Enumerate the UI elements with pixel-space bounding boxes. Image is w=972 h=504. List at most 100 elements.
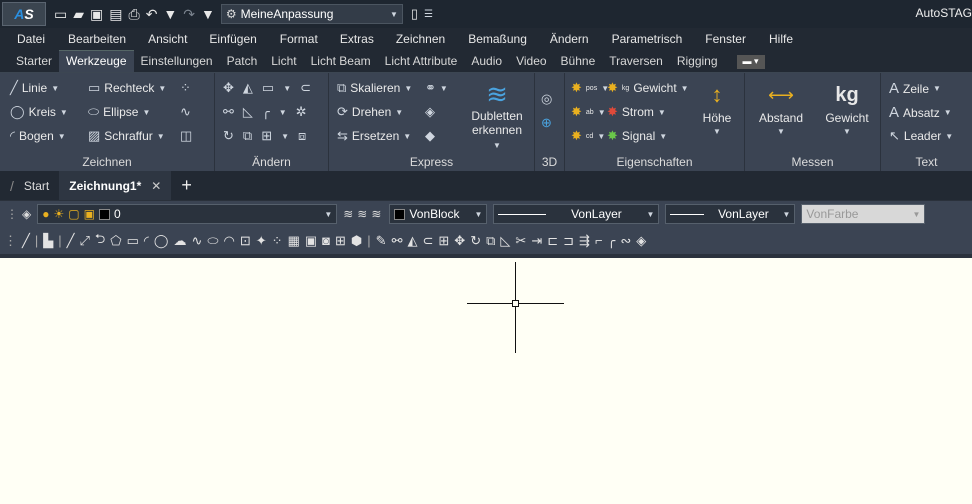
region-button[interactable]: ◫: [180, 128, 192, 144]
undo-icon[interactable]: ↶: [146, 6, 158, 23]
layer-manager-icon[interactable]: ◈: [22, 207, 31, 221]
rectangle-icon[interactable]: ▭: [127, 233, 139, 249]
ellipse-icon[interactable]: ⬭: [207, 233, 218, 249]
menu-bemassung[interactable]: Bemaßung: [468, 32, 527, 46]
tab-traversen[interactable]: Traversen: [602, 54, 670, 72]
line-icon[interactable]: ╱: [22, 233, 30, 249]
menu-datei[interactable]: Datei: [17, 32, 45, 46]
tab-werkzeuge[interactable]: Werkzeuge: [59, 50, 134, 72]
ribbon-options-icon[interactable]: ▬ ▾: [736, 55, 765, 69]
erase-icon[interactable]: ✎: [376, 233, 387, 249]
layer-dropdown[interactable]: ● ☀ ▢ ▣ 0 ▼: [37, 204, 338, 224]
phone-icon[interactable]: ▯: [411, 6, 418, 22]
chevron-down-icon[interactable]: ▼: [283, 84, 291, 93]
circle-icon[interactable]: ◯: [154, 233, 169, 249]
revcloud-icon[interactable]: ☁: [173, 233, 186, 249]
skalieren-button[interactable]: ⧉ Skalieren ▼: [337, 80, 412, 96]
menu-zeichnen[interactable]: Zeichnen: [396, 32, 445, 46]
app-logo[interactable]: AS: [2, 2, 46, 26]
schraffur-button[interactable]: ▨ Schraffur ▼: [88, 128, 165, 144]
ersetzen-button[interactable]: ⇆ Ersetzen ▼: [337, 128, 411, 144]
workspace-dropdown[interactable]: ⚙ MeineAnpassung ▼: [220, 4, 403, 24]
new-file-icon[interactable]: ▭: [54, 6, 67, 23]
dubletten-button[interactable]: ≋ Dubletten erkennen ▼: [467, 79, 527, 151]
save-as-icon[interactable]: ▤: [109, 6, 122, 23]
chevron-down-icon[interactable]: ▼: [281, 132, 289, 141]
lineweight-dropdown[interactable]: VonLayer ▼: [665, 204, 796, 224]
absatz-button[interactable]: A Absatz ▼: [889, 104, 952, 121]
copy-icon[interactable]: ⚯: [392, 233, 403, 249]
copy-icon[interactable]: ⚯: [223, 104, 234, 120]
redo-dropdown-icon[interactable]: ▼: [201, 6, 215, 22]
express-tool-1[interactable]: ⚭ ▼: [425, 80, 448, 96]
make-block-icon[interactable]: ✦: [256, 233, 267, 249]
color-dropdown[interactable]: VonBlock ▼: [389, 204, 488, 224]
print-icon[interactable]: ⎙: [128, 6, 139, 23]
chamfer-icon[interactable]: ⌐: [595, 233, 603, 248]
leader-button[interactable]: ↖ Leader ▼: [889, 128, 953, 144]
array-icon[interactable]: ⊞: [438, 233, 449, 249]
save-icon[interactable]: ▣: [90, 6, 103, 23]
open-folder-icon[interactable]: ▰: [73, 6, 84, 23]
linetype-dropdown[interactable]: VonLayer ▼: [493, 204, 660, 224]
move-icon[interactable]: ✥: [454, 233, 465, 249]
break-icon[interactable]: ⊐: [563, 233, 574, 249]
hatch-icon[interactable]: ▦: [288, 233, 300, 249]
mtext-icon[interactable]: ⬢: [351, 233, 362, 249]
region-icon[interactable]: ◙: [322, 233, 330, 248]
express-tool-2[interactable]: ◈: [425, 104, 435, 120]
ellipse-arc-icon[interactable]: ◠: [224, 233, 235, 249]
rechteck-button[interactable]: ▭ Rechteck ▼: [88, 80, 166, 96]
customize-qa-icon[interactable]: ☰: [424, 9, 433, 20]
doc-tab-zeichnung1[interactable]: Zeichnung1* ✕: [59, 171, 172, 200]
table-icon[interactable]: ⊞: [335, 233, 346, 249]
move-icon[interactable]: ✥: [223, 80, 234, 96]
polyline-icon[interactable]: ⮌: [95, 230, 105, 252]
insert-block-icon[interactable]: ⊡: [240, 233, 251, 249]
arc-icon[interactable]: ◜: [144, 233, 149, 249]
undo-dropdown-icon[interactable]: ▼: [163, 6, 177, 22]
rotate-icon[interactable]: ↻: [470, 233, 481, 249]
break-at-point-icon[interactable]: ⊏: [547, 233, 558, 249]
signal-button[interactable]: ✸ Signal ▼: [607, 128, 667, 144]
tab-licht-beam[interactable]: Licht Beam: [304, 54, 378, 72]
menu-parametrisch[interactable]: Parametrisch: [612, 32, 683, 46]
construction-line-icon[interactable]: ⤢: [79, 233, 89, 249]
extend-icon[interactable]: ⇥: [531, 233, 542, 249]
express-tool-3[interactable]: ◆: [425, 128, 435, 144]
stretch-icon[interactable]: ◺: [500, 233, 510, 249]
kreis-button[interactable]: ◯ Kreis ▼: [10, 104, 68, 120]
scale-icon[interactable]: ⧉: [243, 128, 252, 144]
menu-bearbeiten[interactable]: Bearbeiten: [68, 32, 126, 46]
match-layer-icon[interactable]: ≋: [357, 207, 367, 221]
zeile-button[interactable]: A Zeile ▼: [889, 80, 941, 97]
explode-icon[interactable]: ◈: [636, 233, 646, 249]
tab-licht[interactable]: Licht: [264, 54, 303, 72]
redo-icon[interactable]: ↷: [183, 6, 195, 23]
tab-audio[interactable]: Audio: [464, 54, 509, 72]
gradient-icon[interactable]: ▣: [305, 233, 317, 249]
menu-hilfe[interactable]: Hilfe: [769, 32, 793, 46]
offset-icon[interactable]: ⊂: [422, 233, 433, 249]
menu-extras[interactable]: Extras: [340, 32, 374, 46]
rectangle-icon[interactable]: ▭: [262, 80, 274, 96]
gewicht-button[interactable]: kg Gewicht ▼: [821, 79, 873, 136]
array-icon[interactable]: ⊞: [261, 128, 272, 144]
polygon-icon[interactable]: ⬠: [110, 233, 121, 249]
view-button[interactable]: ⊕: [541, 115, 552, 131]
point-icon[interactable]: ⁘: [272, 233, 283, 249]
chevron-down-icon[interactable]: ▼: [279, 108, 287, 117]
tab-buehne[interactable]: Bühne: [554, 54, 603, 72]
tab-einstellungen[interactable]: Einstellungen: [134, 54, 220, 72]
linie-button[interactable]: ╱ Linie ▼: [10, 80, 59, 96]
trim-icon[interactable]: ✂: [515, 233, 526, 249]
scale-icon[interactable]: ⧉: [486, 233, 495, 249]
doc-tab-start[interactable]: Start: [14, 171, 59, 200]
menu-aendern[interactable]: Ändern: [550, 32, 589, 46]
blend-icon[interactable]: ∾: [620, 233, 631, 249]
tab-video[interactable]: Video: [509, 54, 553, 72]
cd-button[interactable]: ✸ cd ▼: [571, 128, 605, 144]
menu-fenster[interactable]: Fenster: [705, 32, 746, 46]
drehen-button[interactable]: ⟳ Drehen ▼: [337, 104, 403, 120]
spline-button[interactable]: ∿: [180, 104, 191, 120]
